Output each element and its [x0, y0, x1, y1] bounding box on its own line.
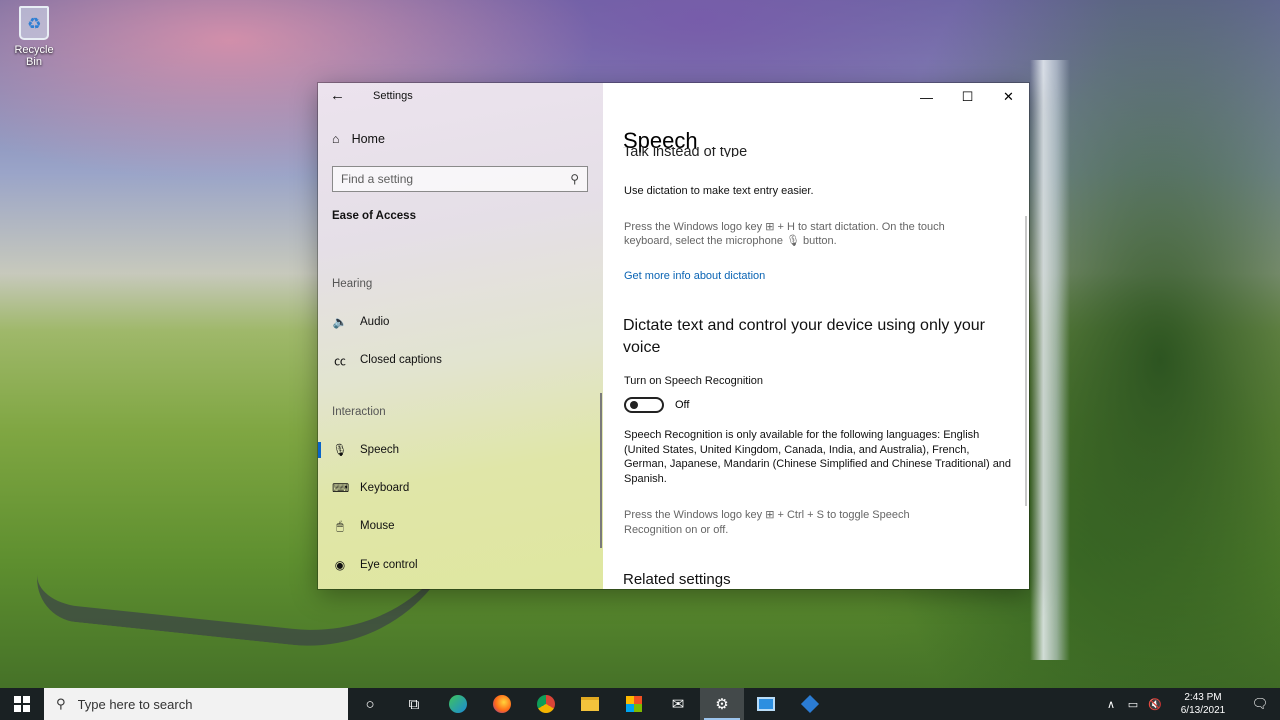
- clock[interactable]: 2:43 PM 6/13/2021: [1166, 691, 1240, 717]
- nav-section-title: Ease of Access: [332, 210, 416, 222]
- sidebar-item-label: Closed captions: [360, 354, 442, 366]
- dictation-hint-line2: keyboard, select the microphone 🎙 button…: [624, 235, 837, 247]
- taskbar-search-input[interactable]: [77, 696, 318, 712]
- windows-logo-icon: [14, 696, 30, 712]
- search-icon: ⚲: [570, 172, 579, 186]
- close-button[interactable]: ✕: [988, 83, 1029, 111]
- waterfall-decoration: [1030, 60, 1070, 660]
- nav-group-hearing: Hearing: [332, 278, 373, 290]
- edge-icon[interactable]: [436, 688, 480, 720]
- task-view-icon[interactable]: ⧉: [392, 688, 436, 720]
- recycle-bin-label: Recycle Bin: [14, 44, 54, 68]
- speech-recognition-toggle-row: Off: [624, 397, 689, 413]
- sidebar-item-audio[interactable]: 🔈 Audio: [318, 307, 598, 337]
- section-heading-speech-recognition: Dictate text and control your device usi…: [623, 317, 985, 356]
- window-controls: — ☐ ✕: [906, 83, 1029, 111]
- chrome-icon[interactable]: [524, 688, 568, 720]
- app-icon[interactable]: [788, 688, 832, 720]
- title-bar[interactable]: ← Settings: [318, 83, 603, 111]
- recycle-bin[interactable]: Recycle Bin: [6, 6, 62, 68]
- sidebar-item-speech[interactable]: 🎙 Speech: [318, 435, 598, 465]
- dictation-intro: Use dictation to make text entry easier.: [624, 185, 814, 197]
- sidebar-item-label: Mouse: [360, 520, 395, 532]
- network-icon[interactable]: ▭: [1122, 698, 1144, 711]
- sidebar-item-mouse[interactable]: 🖱 Mouse: [318, 511, 598, 541]
- settings-icon[interactable]: ⚙: [700, 688, 744, 720]
- toggle-label: Turn on Speech Recognition: [624, 375, 764, 387]
- nav-home[interactable]: ⌂ Home: [332, 132, 385, 146]
- home-icon: ⌂: [332, 132, 340, 146]
- taskbar: ⚲ ○ ⧉ ✉ ⚙ ∧ ▭ 🔇 2:43 PM 6/13/2021 🗨: [0, 688, 1280, 720]
- notification-icon[interactable]: 🗨: [1240, 696, 1280, 712]
- speech-recognition-toggle[interactable]: [624, 397, 664, 413]
- settings-content: — ☐ ✕ Speech Talk instead of type Use di…: [603, 83, 1029, 589]
- settings-window: ← Settings ⌂ Home ⚲ Ease of Access Heari…: [318, 83, 1029, 589]
- store-icon[interactable]: [612, 688, 656, 720]
- keyboard-icon: ⌨: [332, 481, 350, 495]
- search-icon: ⚲: [56, 696, 66, 711]
- sidebar-item-closed-captions[interactable]: ㏄ Closed captions: [318, 345, 598, 375]
- firefox-icon[interactable]: [480, 688, 524, 720]
- minimize-button[interactable]: —: [906, 83, 947, 111]
- sidebar-item-keyboard[interactable]: ⌨ Keyboard: [318, 473, 598, 503]
- chevron-up-icon[interactable]: ∧: [1100, 698, 1122, 711]
- toggle-state-text: Off: [675, 399, 690, 411]
- cortana-icon[interactable]: ○: [348, 688, 392, 720]
- sidebar-item-label: Speech: [360, 444, 400, 456]
- nav-scrollbar[interactable]: [600, 393, 602, 548]
- sidebar-item-label: Eye control: [360, 559, 418, 571]
- dictation-info-link[interactable]: Get more info about dictation: [624, 269, 1014, 284]
- find-setting-input[interactable]: [341, 172, 571, 186]
- settings-nav-pane: ← Settings ⌂ Home ⚲ Ease of Access Heari…: [318, 83, 603, 589]
- taskbar-search[interactable]: ⚲: [44, 688, 348, 720]
- content-scrollbar[interactable]: [1025, 216, 1027, 506]
- sidebar-item-eye-control[interactable]: ◉ Eye control: [318, 550, 598, 580]
- clock-date: 6/13/2021: [1180, 705, 1226, 716]
- eye-control-icon: ◉: [334, 558, 346, 572]
- system-tray: ∧ ▭ 🔇 2:43 PM 6/13/2021 🗨: [1100, 688, 1280, 720]
- clock-time: 2:43 PM: [1184, 692, 1222, 703]
- languages-note: Speech Recognition is only available for…: [624, 429, 1012, 485]
- toggle-shortcut-hint: Press the Windows logo key ⊞ + Ctrl + S …: [624, 509, 910, 536]
- file-explorer-icon[interactable]: [568, 688, 612, 720]
- section-heading-dictation: Talk instead of type: [623, 147, 748, 157]
- nav-group-interaction: Interaction: [332, 406, 386, 418]
- speaker-icon: 🔈: [332, 315, 348, 329]
- dictation-hint-line1: Press the Windows logo key ⊞ + H to star…: [624, 221, 945, 233]
- nav-home-label: Home: [351, 132, 385, 146]
- find-setting-search[interactable]: ⚲: [332, 166, 588, 192]
- sidebar-item-label: Keyboard: [360, 482, 410, 494]
- recycle-bin-icon: [19, 6, 49, 40]
- app-title: Settings: [373, 90, 413, 102]
- volume-muted-icon[interactable]: 🔇: [1144, 698, 1166, 711]
- maximize-button[interactable]: ☐: [947, 83, 988, 111]
- back-arrow-icon[interactable]: ←: [330, 87, 345, 104]
- related-settings-heading: Related settings: [623, 571, 731, 588]
- microphone-icon: 🎙: [332, 443, 348, 457]
- start-button[interactable]: [0, 688, 44, 720]
- mouse-icon: 🖱: [336, 518, 344, 533]
- captions-icon: ㏄: [333, 353, 346, 368]
- control-panel-icon[interactable]: [744, 688, 788, 720]
- sidebar-item-label: Audio: [360, 316, 390, 328]
- mail-icon[interactable]: ✉: [656, 688, 700, 720]
